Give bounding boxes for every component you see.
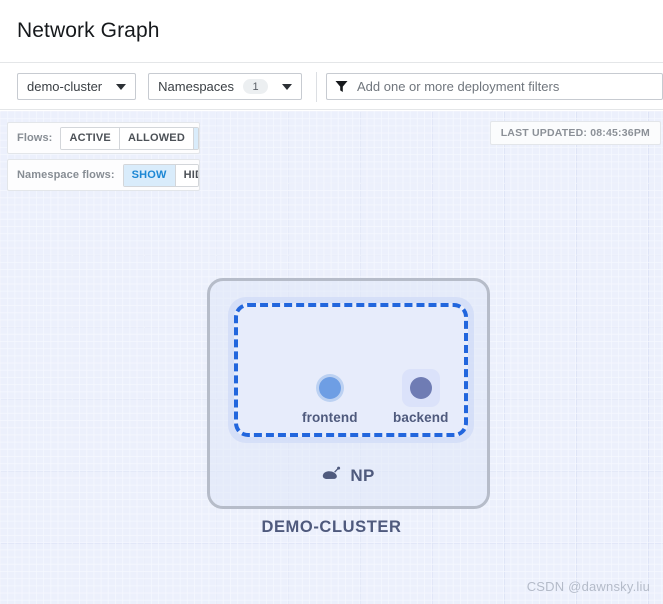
flows-filter-panel: Flows: ACTIVE ALLOWED ALL <box>7 122 200 154</box>
namespace-box[interactable]: frontend backend <box>234 303 468 437</box>
deployment-filter-field[interactable] <box>326 73 663 100</box>
cluster-select-value: demo-cluster <box>27 79 103 94</box>
chevron-down-icon <box>282 83 293 90</box>
cluster-box[interactable]: frontend backend NP <box>207 278 490 509</box>
page-title: Network Graph <box>17 19 160 42</box>
namespace-flows-option-show[interactable]: SHOW <box>123 164 176 186</box>
namespace-select[interactable]: Namespaces 1 <box>148 73 303 100</box>
network-policy-indicator[interactable]: NP <box>210 466 487 486</box>
cluster-name-label: DEMO-CLUSTER <box>261 518 402 536</box>
flows-label: Flows: <box>17 132 53 144</box>
namespace-flows-option-hide[interactable]: HIDE <box>175 164 198 186</box>
node-frontend-dot[interactable] <box>318 377 341 399</box>
graph-node-frontend[interactable]: frontend <box>302 369 358 425</box>
namespace-flows-toggle-group: SHOW HIDE <box>122 163 199 187</box>
namespace-flows-label: Namespace flows: <box>17 169 115 181</box>
network-graph-canvas[interactable]: Flows: ACTIVE ALLOWED ALL Namespace flow… <box>0 111 663 604</box>
flows-toggle-group: ACTIVE ALLOWED ALL <box>60 126 199 150</box>
funnel-icon <box>335 80 348 93</box>
deployment-filter-input[interactable] <box>355 73 654 100</box>
node-backend-label: backend <box>393 410 449 425</box>
flows-option-allowed[interactable]: ALLOWED <box>119 127 194 149</box>
namespace-flows-panel: Namespace flows: SHOW HIDE <box>7 159 200 191</box>
namespace-select-label: Namespaces <box>158 79 235 94</box>
network-policy-label: NP <box>350 466 375 485</box>
node-backend-dot[interactable] <box>409 377 432 399</box>
node-frontend-hitbox[interactable] <box>311 369 349 407</box>
flows-option-all[interactable]: ALL <box>194 127 199 149</box>
toolbar-divider <box>316 71 318 102</box>
flows-option-active[interactable]: ACTIVE <box>61 127 120 149</box>
node-backend-hitbox[interactable] <box>401 369 440 407</box>
network-policy-icon <box>322 466 342 486</box>
namespace-count-badge: 1 <box>243 79 269 94</box>
watermark: CSDN @dawnsky.liu <box>526 579 650 594</box>
node-frontend-label: frontend <box>302 410 358 425</box>
cluster-select[interactable]: demo-cluster <box>17 73 137 100</box>
graph-node-backend[interactable]: backend <box>393 369 448 425</box>
page-header: Network Graph <box>0 0 663 62</box>
chevron-down-icon <box>116 83 127 90</box>
filter-toolbar: demo-cluster Namespaces 1 <box>0 62 663 110</box>
last-updated-badge: LAST UPDATED: 08:45:36PM <box>489 121 661 145</box>
